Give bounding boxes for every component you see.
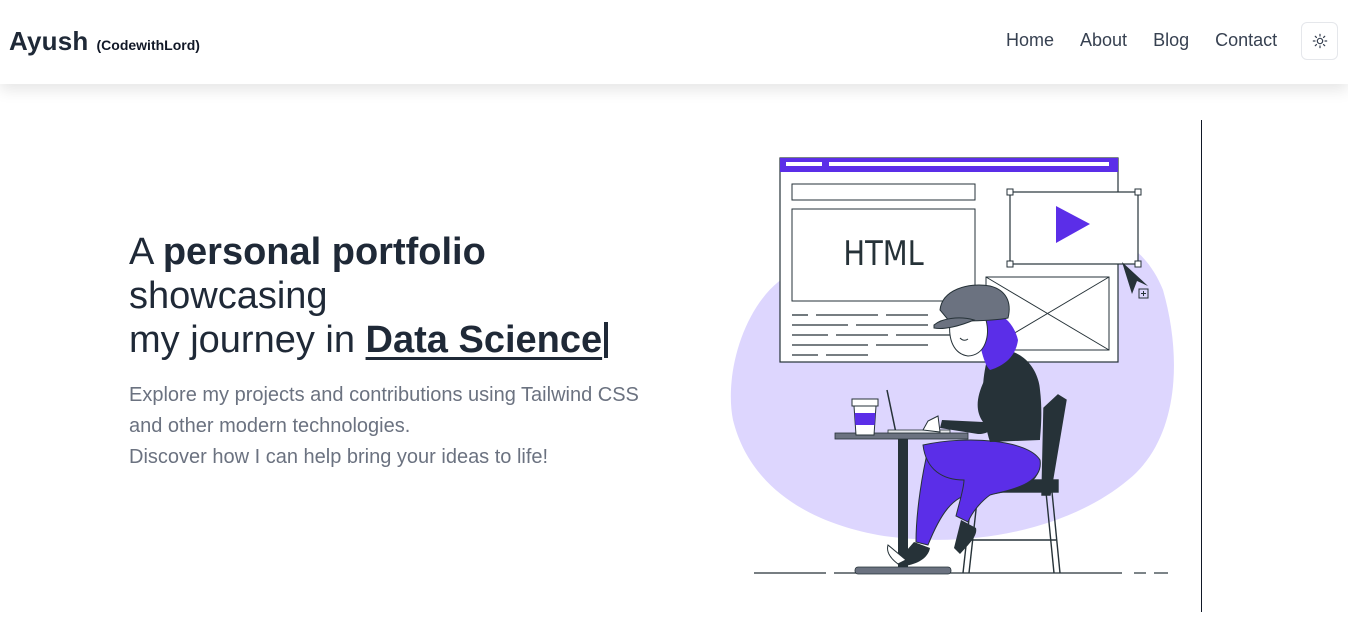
hero-headline: A personal portfolio showcasing my journ… [129, 230, 689, 362]
hero-section: A personal portfolio showcasing my journ… [129, 230, 689, 473]
typing-caret [604, 322, 609, 358]
brand-tag: (CodewithLord) [96, 37, 200, 53]
description-line: Discover how I can help bring your ideas… [129, 446, 549, 468]
theme-toggle-button[interactable] [1301, 22, 1338, 60]
navbar: Ayush (CodewithLord) Home About Blog Con… [0, 0, 1348, 84]
description-line: Explore my projects and contributions us… [129, 384, 639, 406]
headline-line3-prefix: my journey in [129, 319, 355, 361]
divider-line [1201, 120, 1202, 612]
brand-name: Ayush [9, 26, 89, 56]
html-label: HTML [843, 235, 924, 274]
brand-logo[interactable]: Ayush (CodewithLord) [9, 26, 200, 57]
developer-illustration: HTML [730, 157, 1174, 575]
headline-line1-prefix: A [129, 231, 153, 273]
headline-line2: showcasing [129, 275, 328, 317]
video-box [1006, 188, 1142, 268]
nav-links: Home About Blog Contact [1006, 30, 1277, 51]
nav-contact-link[interactable]: Contact [1215, 30, 1277, 51]
nav-about-link[interactable]: About [1080, 30, 1127, 51]
nav-blog-link[interactable]: Blog [1153, 30, 1189, 51]
headline-typed-highlight: Data Science [365, 319, 603, 361]
sun-icon [1312, 33, 1327, 49]
description-line: and other modern technologies. [129, 415, 411, 437]
hero-illustration: HTML [728, 150, 1188, 595]
nav-home-link[interactable]: Home [1006, 30, 1054, 51]
headline-line1-bold: personal portfolio [162, 231, 486, 273]
coffee-cup [851, 398, 879, 436]
hero-description: Explore my projects and contributions us… [129, 380, 689, 473]
